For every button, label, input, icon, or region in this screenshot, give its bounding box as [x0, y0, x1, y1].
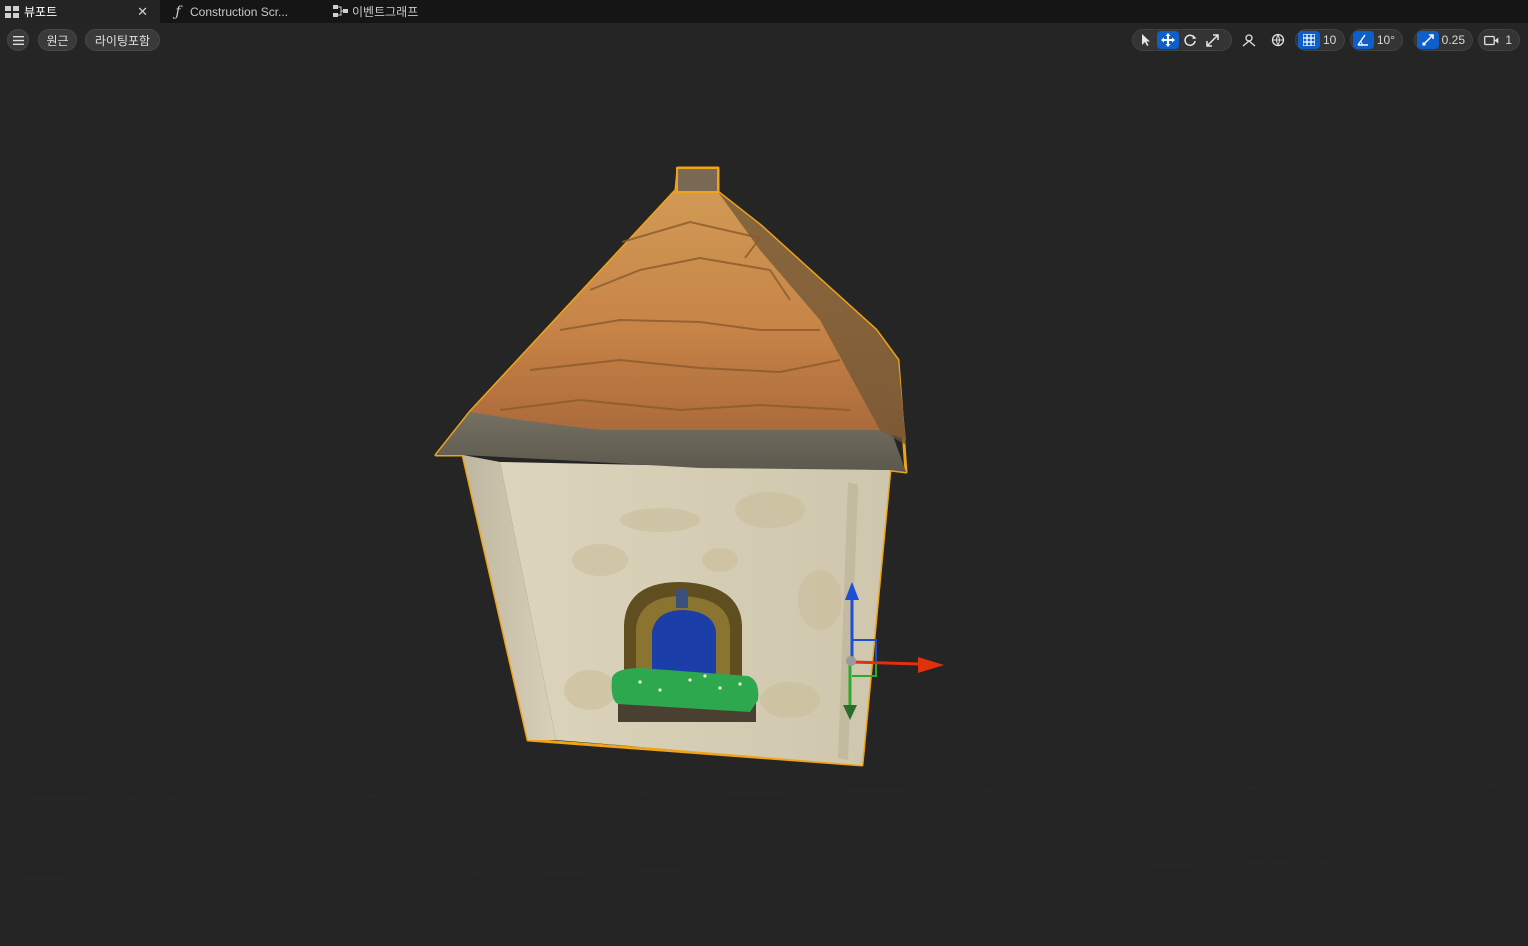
viewport-grid-icon: [4, 4, 20, 20]
gizmo-x-axis[interactable]: [851, 660, 921, 666]
surface-snap-icon[interactable]: [1238, 31, 1260, 49]
rotation-snap-value: 10°: [1376, 33, 1395, 47]
camera-speed-value: 1: [1505, 33, 1512, 47]
viewport-menu-button[interactable]: [7, 29, 29, 51]
tab-label: Construction Scr...: [190, 4, 289, 19]
move-icon[interactable]: [1157, 31, 1179, 49]
function-icon: ƒ: [175, 3, 181, 20]
graph-nodes-icon: [332, 4, 348, 20]
transform-tools-group: [1132, 29, 1232, 51]
tab-viewport[interactable]: 뷰포트 ✕: [0, 0, 160, 23]
close-icon[interactable]: ✕: [137, 4, 148, 20]
scale-icon[interactable]: [1201, 31, 1223, 49]
scale-snap-group[interactable]: 0.25: [1414, 29, 1473, 51]
scale-snap-value: 0.25: [1441, 33, 1465, 47]
camera-speed-group[interactable]: 1: [1478, 29, 1520, 51]
editor-tab-bar: 뷰포트 ✕ ƒ Construction Scr... 이벤트그래프: [0, 0, 1528, 23]
chimney-cap: [676, 167, 719, 193]
level-viewport[interactable]: 원근 라이팅포함: [0, 23, 1528, 946]
camera-icon[interactable]: [1481, 31, 1502, 49]
lighting-mode-button[interactable]: 라이팅포함: [85, 29, 160, 51]
angle-snap-icon[interactable]: [1353, 31, 1374, 49]
tab-label: 이벤트그래프: [352, 5, 419, 19]
view-mode-button[interactable]: 원근: [38, 29, 77, 51]
tab-label: 뷰포트: [24, 5, 58, 19]
house-mesh[interactable]: [434, 166, 908, 767]
ground-grid: [0, 759, 1528, 946]
grid-snap-value: 10: [1323, 33, 1337, 47]
tab-construction-script[interactable]: ƒ Construction Scr...: [166, 0, 316, 23]
hamburger-menu-icon: [12, 35, 24, 45]
rotate-icon[interactable]: [1179, 31, 1201, 49]
grid-snap-icon[interactable]: [1298, 31, 1320, 49]
select-arrow-icon[interactable]: [1135, 31, 1157, 49]
world-local-icon[interactable]: [1267, 31, 1289, 49]
grid-snap-group[interactable]: 10: [1295, 29, 1345, 51]
scale-snap-icon[interactable]: [1417, 31, 1439, 49]
rotation-snap-group[interactable]: 10°: [1350, 29, 1403, 51]
scene-render[interactable]: [0, 23, 1528, 946]
tab-event-graph[interactable]: 이벤트그래프: [328, 0, 448, 23]
